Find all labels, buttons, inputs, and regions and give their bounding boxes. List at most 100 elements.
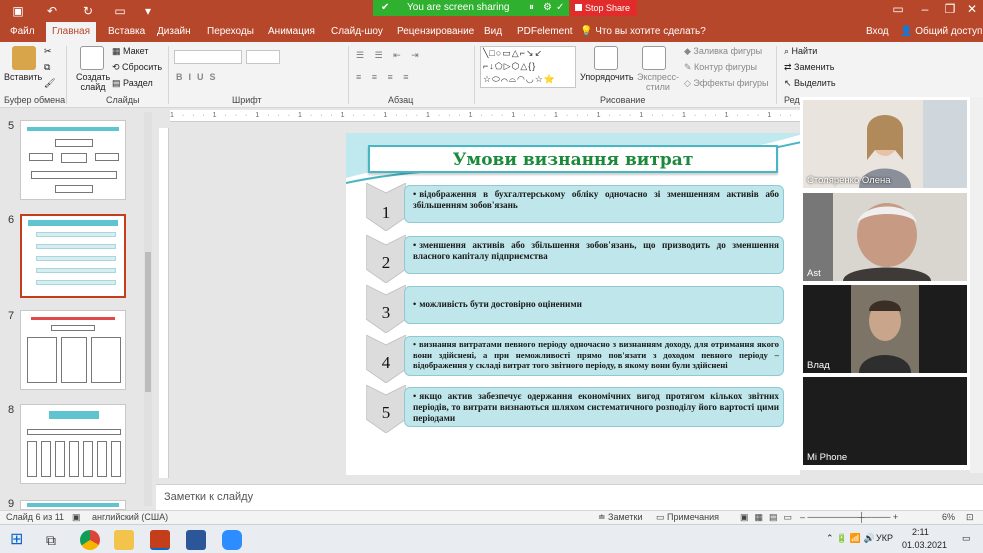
reset-button[interactable]: ⟲ Сбросить [112, 62, 162, 73]
undo-icon[interactable]: ↶ [44, 3, 60, 19]
share-button[interactable]: 👤 Общий доступ [896, 22, 983, 42]
notifications-icon[interactable]: ▭ [962, 533, 971, 544]
condition-item[interactable]: • якщо актив забезпечує одержання економі… [404, 387, 784, 427]
separator [66, 46, 67, 104]
title-bar: ▣ ↶ ↻ ▭ ▾ ✔ You are screen sharing ⏸ ⚙ ✓… [0, 0, 983, 22]
tab-view[interactable]: Вид [480, 22, 506, 42]
editor-scrollbar[interactable] [970, 97, 983, 473]
drawing-group-label: Рисование [600, 95, 646, 105]
paragraph-group-label: Абзац [388, 95, 414, 105]
sign-in-link[interactable]: Вход [862, 22, 893, 42]
section-button[interactable]: ▤ Раздел [112, 78, 153, 89]
restore-icon[interactable]: ❐ [940, 2, 960, 16]
thumbnail-slide-8[interactable] [20, 404, 126, 484]
clock-date[interactable]: 01.03.2021 [902, 540, 947, 550]
comment-icon: ▭ [656, 512, 668, 522]
font-family-select[interactable] [174, 50, 242, 64]
font-size-select[interactable] [246, 50, 280, 64]
pause-icon[interactable]: ⏸ [529, 0, 534, 16]
shape-outline-button[interactable]: ✎ Контур фигуры [684, 62, 757, 73]
tab-slideshow[interactable]: Слайд-шоу [327, 22, 387, 42]
slide-canvas[interactable]: Умови визнання витрат 1 • відображення в … [346, 133, 800, 475]
powerpoint-icon[interactable] [150, 530, 170, 550]
participant-tile[interactable]: Столяренко Олена [803, 100, 967, 188]
replace-button[interactable]: ⇄ Заменить [784, 62, 835, 73]
windows-start-icon[interactable]: ⊞ [10, 530, 30, 550]
quick-styles-button[interactable]: Экспресс-стили [636, 72, 680, 92]
notes-pane[interactable]: Заметки к слайду [156, 484, 983, 510]
separator [776, 46, 777, 104]
save-icon[interactable]: ▣ [10, 3, 26, 19]
condition-item[interactable]: • можливість бути достовірно оціненими [404, 286, 784, 324]
paste-icon[interactable] [12, 46, 36, 70]
paste-button[interactable]: Вставить [4, 72, 42, 82]
view-buttons[interactable]: ▣▦▤▭ [740, 512, 798, 523]
fit-slide-icon[interactable]: ⊡ [966, 512, 974, 523]
file-explorer-icon[interactable] [114, 530, 134, 550]
condition-item[interactable]: • визнання витратами певного періоду одно… [404, 336, 784, 376]
arrange-icon[interactable] [594, 46, 618, 70]
section-icon: ▤ [112, 78, 124, 88]
ribbon-display-icon[interactable]: ▭ [888, 2, 908, 16]
clock-time[interactable]: 2:11 [912, 527, 929, 537]
close-icon[interactable]: ✕ [962, 2, 982, 16]
check-icon[interactable]: ✓ [556, 0, 564, 16]
copy-icon[interactable]: ⧉ [44, 62, 50, 73]
tab-review[interactable]: Рецензирование [393, 22, 478, 42]
task-view-icon[interactable]: ⧉ [46, 530, 66, 550]
stop-share-button[interactable]: Stop Share [571, 0, 637, 16]
font-format-buttons[interactable]: BIUS [176, 72, 222, 82]
shapes-gallery[interactable]: ╲□○▭△⌐↘↙ ⌐↓⬠▷⬡△{} ☆⬭⌒⌓◠◡☆⭐ [480, 46, 576, 88]
keyboard-language[interactable]: УКР [876, 533, 893, 543]
align-buttons[interactable]: ≡ ≡ ≡ ≡ [356, 72, 413, 82]
notes-toggle[interactable]: ≐ Заметки [598, 512, 642, 523]
language-indicator[interactable]: английский (США) [92, 512, 168, 522]
options-icon[interactable]: ⚙ [543, 0, 552, 16]
thumbnail-slide-6[interactable] [20, 214, 126, 298]
layout-button[interactable]: ▦ Макет [112, 46, 149, 57]
tab-pdfelement[interactable]: PDFelement [513, 22, 577, 42]
thumbnail-slide-7[interactable] [20, 310, 126, 390]
zoom-slider[interactable]: – ────────┼──── + [800, 512, 898, 522]
separator [168, 46, 169, 104]
new-slide-button[interactable]: Создать слайд [76, 72, 110, 92]
tab-insert[interactable]: Вставка [104, 22, 149, 42]
spellcheck-icon[interactable]: ▣ [72, 512, 81, 523]
thumbnail-slide-5[interactable] [20, 120, 126, 200]
shape-fill-button[interactable]: ◆ Заливка фигуры [684, 46, 762, 57]
customize-qat-icon[interactable]: ▾ [140, 3, 156, 19]
condition-item[interactable]: • зменшення активів або збільшення зобов'… [404, 236, 784, 274]
zoom-app-icon[interactable] [222, 530, 242, 550]
quick-styles-icon[interactable] [642, 46, 666, 70]
redo-icon[interactable]: ↻ [80, 3, 96, 19]
select-button[interactable]: ↖ Выделить [784, 78, 836, 89]
tray-icons[interactable]: ⌃ 🔋 📶 🔊 [826, 533, 875, 544]
tab-design[interactable]: Дизайн [153, 22, 195, 42]
participant-tile[interactable]: Ast [803, 193, 967, 281]
condition-item[interactable]: • відображення в бухгалтерському обліку о… [404, 185, 784, 223]
cut-icon[interactable]: ✂ [44, 46, 52, 57]
find-button[interactable]: ⌕ Найти [784, 46, 817, 57]
tab-file[interactable]: Файл [6, 22, 39, 42]
tell-me-search[interactable]: 💡 Что вы хотите сделать? [580, 22, 706, 42]
format-painter-icon[interactable]: 🖌 [44, 78, 55, 89]
thumbnails-scrollbar[interactable] [144, 112, 152, 506]
thumbnail-slide-9[interactable] [20, 500, 126, 510]
screen-sharing-bar[interactable]: ✔ You are screen sharing ⏸ ⚙ ✓ [373, 0, 569, 16]
participant-tile[interactable]: Mi Phone [803, 377, 967, 465]
comments-toggle[interactable]: ▭ Примечания [656, 512, 719, 523]
slideshow-start-icon[interactable]: ▭ [112, 3, 128, 19]
new-slide-icon[interactable] [80, 46, 104, 70]
tab-home[interactable]: Главная [46, 22, 96, 42]
participant-tile[interactable]: Влад [803, 285, 967, 373]
minimize-icon[interactable]: – [915, 2, 935, 16]
arrange-button[interactable]: Упорядочить [580, 72, 634, 82]
chrome-icon[interactable] [80, 530, 100, 550]
slide-title-box[interactable]: Умови визнання витрат [368, 145, 778, 173]
shape-effects-button[interactable]: ◇ Эффекты фигуры [684, 78, 768, 89]
list-buttons[interactable]: ☰ ☰ ⇤ ⇥ [356, 50, 423, 61]
tab-transitions[interactable]: Переходы [203, 22, 258, 42]
tab-animation[interactable]: Анимация [264, 22, 319, 42]
word-icon[interactable] [186, 530, 206, 550]
zoom-level[interactable]: 6% [942, 512, 955, 522]
